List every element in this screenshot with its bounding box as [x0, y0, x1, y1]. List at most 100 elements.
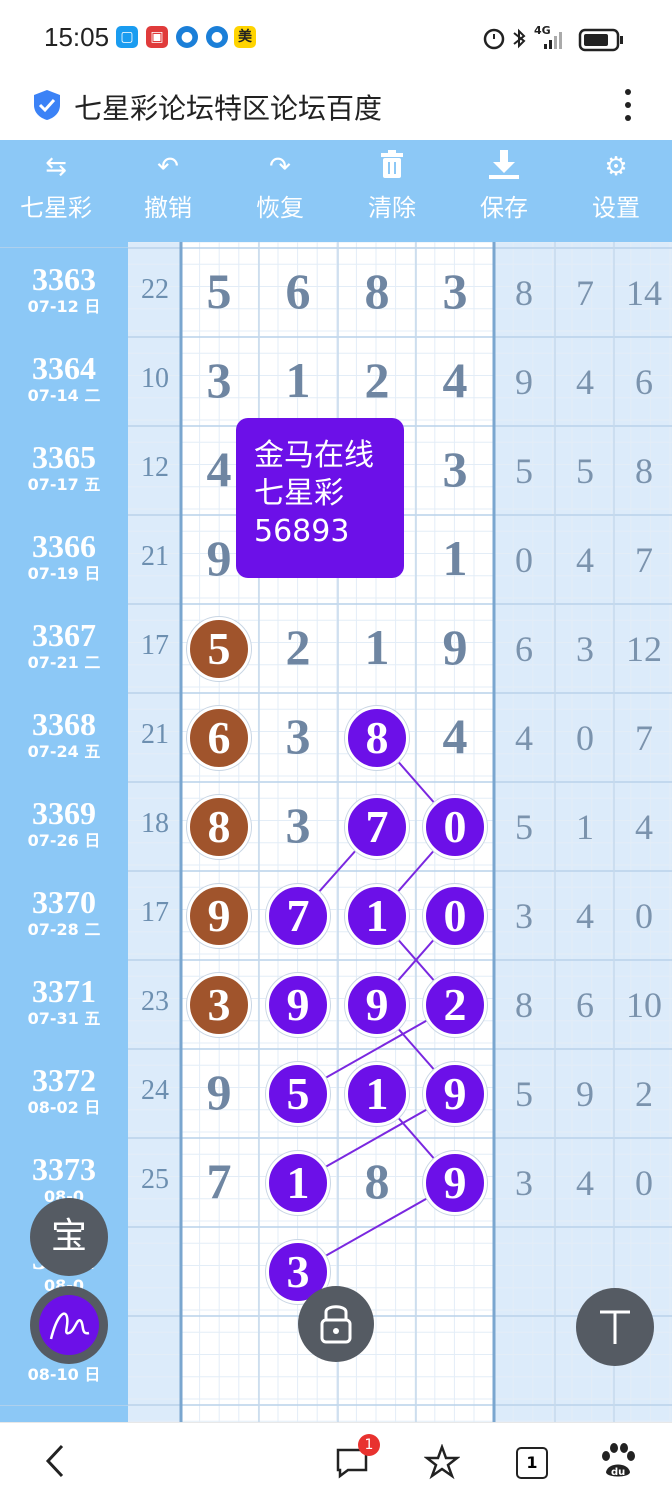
extra-value: 0	[576, 718, 594, 758]
baidu-paw-icon[interactable]: du	[598, 1442, 638, 1482]
digit-value: 5	[206, 263, 232, 319]
undo-icon: ↶	[157, 152, 179, 182]
treasure-button[interactable]: 宝	[30, 1198, 108, 1276]
number-ball-purple[interactable]: 0	[423, 883, 487, 948]
sum-value: 12	[141, 452, 169, 483]
period-number: 3373	[32, 1151, 96, 1187]
digit-value: 1	[364, 619, 390, 675]
period-number: 3372	[32, 1062, 96, 1098]
extra-value: 4	[515, 718, 533, 758]
extra-value: 0	[635, 896, 653, 936]
period-label: 3372 08-02 日	[0, 1049, 128, 1138]
gear-icon: ⚙	[604, 152, 628, 182]
toolbar-save-button[interactable]: 保存	[454, 150, 554, 223]
number-ball-brown[interactable]: 9	[187, 883, 251, 948]
period-number: 3369	[32, 795, 96, 831]
digit-value: 3	[285, 797, 311, 853]
extra-value: 4	[576, 896, 594, 936]
draw-date: 07-17 五	[27, 475, 101, 494]
battery-icon	[578, 28, 623, 52]
number-ball-purple[interactable]: 7	[266, 883, 330, 948]
extra-value: 10	[626, 985, 662, 1025]
draw-date: 07-28 二	[27, 920, 101, 939]
number-ball-purple[interactable]: 7	[345, 794, 409, 859]
comment-badge: 1	[358, 1434, 380, 1456]
sum-value: 21	[141, 541, 169, 572]
period-number: 3370	[32, 884, 96, 920]
number-ball-purple[interactable]: 1	[266, 1150, 330, 1215]
draw-date: 07-19 日	[27, 564, 101, 583]
number-ball-purple[interactable]: 0	[423, 794, 487, 859]
period-label: 3366 07-19 日	[0, 515, 128, 604]
period-number: 3371	[32, 973, 96, 1009]
period-number: 3364	[32, 350, 96, 386]
digit-value: 8	[364, 263, 390, 319]
extra-value: 8	[515, 985, 533, 1025]
number-ball-purple[interactable]: 5	[266, 1061, 330, 1126]
draw-date: 07-21 二	[27, 653, 101, 672]
signature-icon	[39, 1295, 99, 1355]
digit-value: 2	[364, 352, 390, 408]
sum-value: 23	[141, 986, 169, 1017]
extra-value: 7	[635, 540, 653, 580]
period-label: 3369 07-26 日	[0, 782, 128, 871]
extra-value: 5	[515, 1074, 533, 1114]
digit-value: 6	[285, 263, 311, 319]
comments-button[interactable]: 1	[334, 1434, 380, 1482]
number-ball-purple[interactable]: 2	[423, 972, 487, 1037]
draw-date: 08-10 日	[27, 1365, 101, 1384]
lock-button[interactable]	[298, 1286, 374, 1362]
number-ball-purple[interactable]: 1	[345, 1061, 409, 1126]
number-ball-purple[interactable]: 9	[345, 972, 409, 1037]
extra-value: 3	[515, 896, 533, 936]
extra-value: 4	[576, 540, 594, 580]
toolbar-settings-button[interactable]: ⚙ 设置	[566, 150, 666, 223]
number-ball-purple[interactable]: 1	[345, 883, 409, 948]
digit-value: 3	[442, 263, 468, 319]
toolbar-clear-button[interactable]: 清除	[342, 150, 442, 223]
period-label: 3367 07-21 二	[0, 604, 128, 693]
digit-value: 1	[285, 352, 311, 408]
tabs-button[interactable]: 1	[516, 1447, 548, 1479]
bluetooth-icon	[513, 28, 526, 49]
draw-button[interactable]	[30, 1286, 108, 1364]
toolbar-redo-button[interactable]: ↷ 恢复	[230, 150, 330, 223]
number-ball-purple[interactable]: 9	[423, 1150, 487, 1215]
popup-line-2: 七星彩	[254, 476, 344, 511]
back-icon[interactable]	[40, 1442, 70, 1480]
sum-value: 22	[141, 274, 169, 305]
redo-icon: ↷	[269, 152, 291, 182]
extra-value: 4	[635, 807, 653, 847]
more-menu-icon[interactable]	[620, 88, 636, 122]
text-tool-button[interactable]	[576, 1288, 654, 1366]
period-number: 3368	[32, 706, 96, 742]
page-title: 七星彩论坛特区论坛百度	[74, 92, 383, 125]
period-label: 3371 07-31 五	[0, 960, 128, 1049]
extra-value: 9	[515, 362, 533, 402]
extra-value: 8	[635, 451, 653, 491]
number-ball-brown[interactable]: 3	[187, 972, 251, 1037]
toolbar-lottery-switch-button[interactable]: ⇆ 七星彩	[6, 150, 106, 223]
number-ball-purple[interactable]: 9	[423, 1061, 487, 1126]
sum-value: 24	[141, 1075, 169, 1106]
draw-date: 07-12 日	[27, 297, 101, 316]
number-ball-purple[interactable]: 8	[345, 705, 409, 770]
info-popup[interactable]: 金马在线 七星彩 56893	[236, 418, 404, 578]
text-t-icon	[600, 1310, 630, 1344]
draw-date: 07-24 五	[27, 742, 101, 761]
sum-value: 18	[141, 808, 169, 839]
period-number: 3365	[32, 439, 96, 475]
number-ball-brown[interactable]: 5	[187, 616, 251, 681]
status-time: 15:05	[44, 22, 110, 52]
number-ball-brown[interactable]: 6	[187, 705, 251, 770]
number-ball-purple[interactable]: 9	[266, 972, 330, 1037]
swap-arrows-icon: ⇆	[45, 152, 67, 182]
star-icon[interactable]	[424, 1444, 460, 1480]
extra-value: 2	[635, 1074, 653, 1114]
period-label: 3365 07-17 五	[0, 426, 128, 515]
extra-value: 1	[576, 807, 594, 847]
number-ball-brown[interactable]: 8	[187, 794, 251, 859]
digit-value: 2	[285, 619, 311, 675]
period-number: 3363	[32, 261, 96, 297]
toolbar-undo-button[interactable]: ↶ 撤销	[118, 150, 218, 223]
